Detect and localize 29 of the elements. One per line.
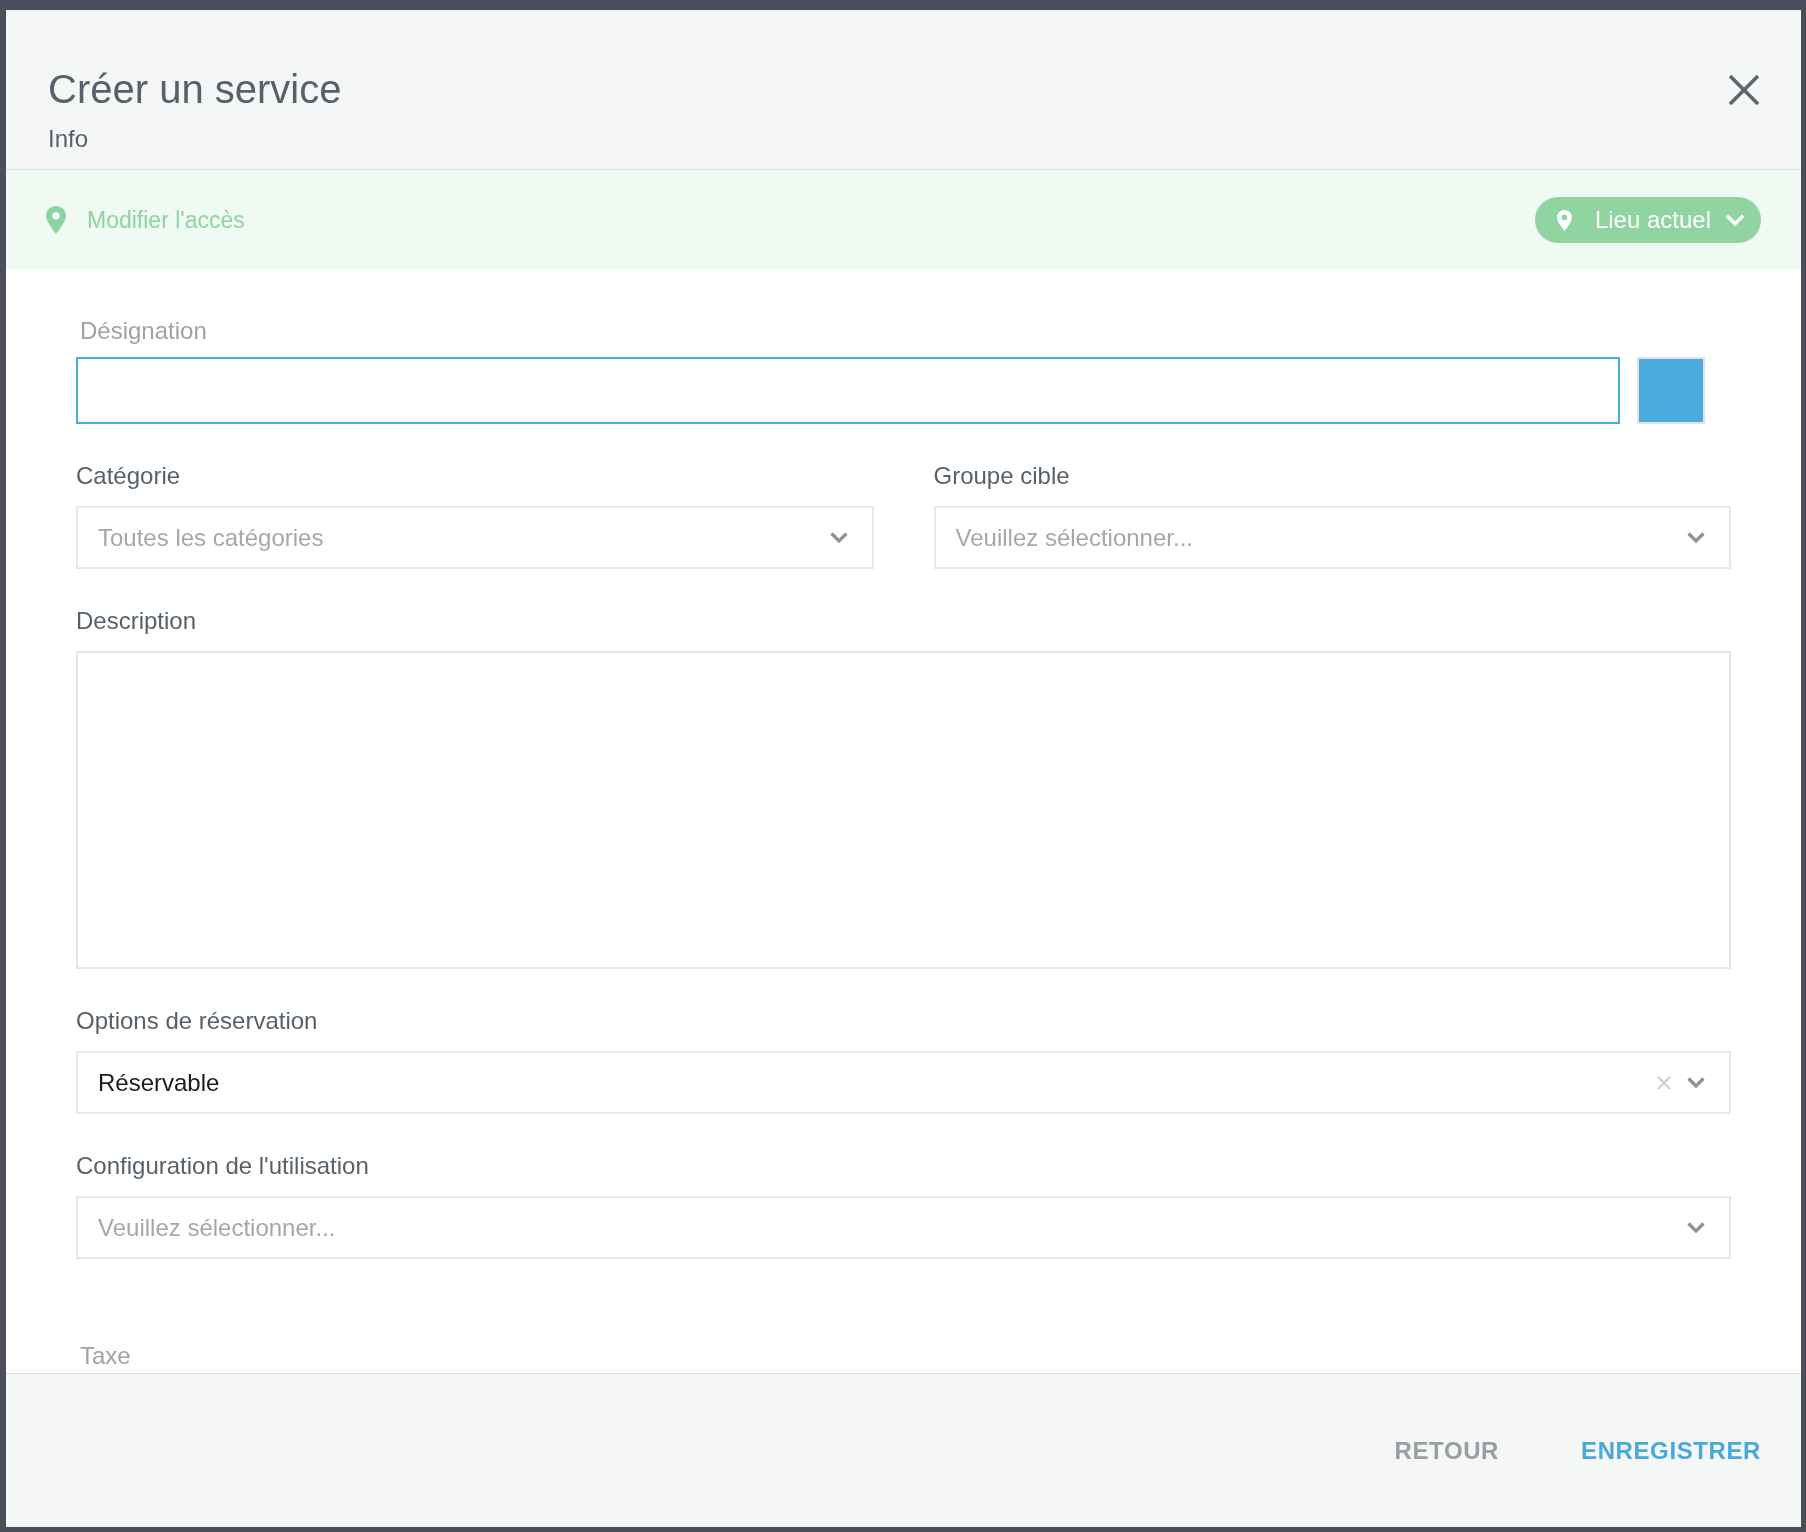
map-pin-icon	[46, 206, 66, 234]
dialog-title: Créer un service	[48, 66, 342, 113]
dropdown-field[interactable]: Veuillez sélectionner...	[76, 1196, 1731, 1259]
description-field[interactable]	[76, 651, 1731, 969]
chevron-down-icon	[1687, 1222, 1705, 1233]
location-button[interactable]: Lieu actuel	[1534, 197, 1761, 243]
field-label: Taxe	[80, 1341, 131, 1371]
field-label: Options de réservation	[76, 1006, 318, 1036]
field-label: Catégorie	[76, 461, 181, 491]
dropdown-field[interactable]: Veuillez sélectionner...	[933, 506, 1731, 569]
map-pin-icon	[1556, 209, 1572, 231]
close-icon[interactable]	[1728, 74, 1760, 106]
access-link[interactable]: Modifier l'accès	[46, 206, 245, 234]
text-field[interactable]	[76, 357, 1620, 424]
dialog-subtitle: Info	[48, 124, 89, 154]
save-button[interactable]: ENREGISTRER	[1565, 1424, 1777, 1477]
chevron-down-icon	[829, 532, 848, 543]
dropdown-field[interactable]: Réservable	[76, 1051, 1731, 1114]
chevron-down-icon	[1687, 1077, 1705, 1088]
dropdown-field[interactable]: Toutes les catégories	[76, 506, 874, 569]
back-button[interactable]: RETOUR	[1378, 1424, 1516, 1477]
field-label: Configuration de l'utilisation	[76, 1151, 369, 1181]
color-swatch[interactable]	[1637, 357, 1705, 424]
field-label: Désignation	[80, 316, 207, 346]
clear-icon[interactable]	[1657, 1075, 1671, 1090]
field-label: Groupe cible	[933, 461, 1070, 491]
chevron-down-icon	[1687, 532, 1705, 543]
field-label: Description	[76, 606, 197, 636]
chevron-down-icon	[1725, 214, 1745, 226]
